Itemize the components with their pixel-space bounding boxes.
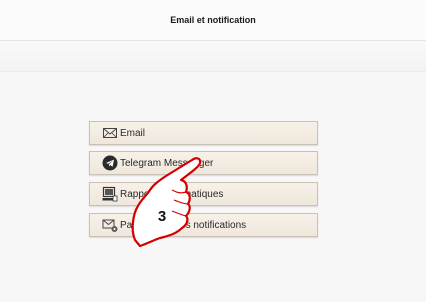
menu-item-telegram[interactable]: Telegram Messenger [89,151,318,175]
page-title: Email et notification [170,15,256,25]
menu-item-label: Telegram Messenger [120,158,214,169]
menu-item-notification-settings[interactable]: Paramètres des notifications [89,213,318,237]
menu-item-label: Paramètres des notifications [120,220,247,231]
header-band [0,41,426,72]
menu-item-label: Email [120,128,146,139]
menu-item-email[interactable]: Email [89,121,318,145]
telegram-icon [102,155,118,171]
report-computer-icon [102,186,118,202]
menu-item-label: Rapports automatiques [120,189,224,200]
envelope-icon [102,125,118,141]
page-header: Email et notification [0,0,426,41]
menu-item-reports[interactable]: Rapports automatiques [89,182,318,206]
envelope-gear-icon [102,217,118,233]
